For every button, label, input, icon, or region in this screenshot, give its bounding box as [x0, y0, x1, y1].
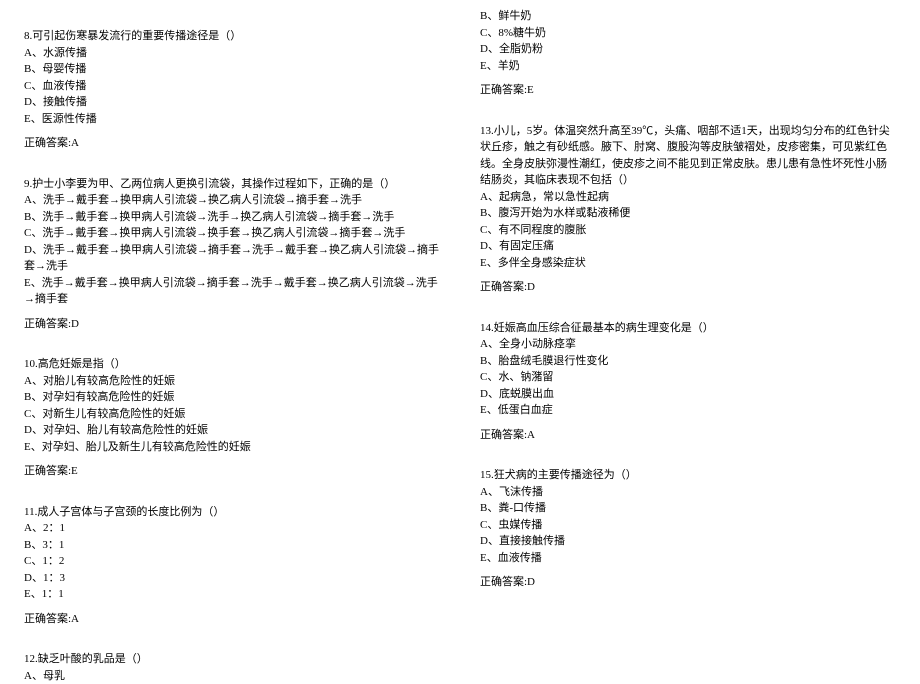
q12-stem: 12.缺乏叶酸的乳品是（）: [24, 651, 440, 668]
q10-option-c: C、对新生儿有较高危险性的妊娠: [24, 406, 440, 423]
q13-stem: 13.小儿，5岁。体温突然升高至39℃，头痛、咽部不适1天，出现均匀分布的红色针…: [480, 123, 896, 189]
q10-option-b: B、对孕妇有较高危险性的妊娠: [24, 389, 440, 406]
q10-answer: 正确答案:E: [24, 463, 440, 480]
q14-option-a: A、全身小动脉痉挛: [480, 336, 896, 353]
q12-option-c: C、8%糖牛奶: [480, 25, 896, 42]
left-column: 8.可引起伤寒暴发流行的重要传播途径是（） A、水源传播 B、母婴传播 C、血液…: [0, 0, 460, 651]
q11-stem: 11.成人子宫体与子宫颈的长度比例为（）: [24, 504, 440, 521]
q11-option-e: E、1：1: [24, 586, 440, 603]
q8-option-a: A、水源传播: [24, 45, 440, 62]
q9-option-b: B、洗手→戴手套→换甲病人引流袋→洗手→换乙病人引流袋→摘手套→洗手: [24, 209, 440, 226]
q13-option-d: D、有固定压痛: [480, 238, 896, 255]
q14-stem: 14.妊娠高血压综合征最基本的病生理变化是（）: [480, 320, 896, 337]
q15-option-d: D、直接接触传播: [480, 533, 896, 550]
question-11: 11.成人子宫体与子宫颈的长度比例为（） A、2：1 B、3：1 C、1：2 D…: [24, 504, 440, 628]
q8-option-e: E、医源性传播: [24, 111, 440, 128]
right-column: B、鲜牛奶 C、8%糖牛奶 D、全脂奶粉 E、羊奶 正确答案:E 13.小儿，5…: [460, 0, 920, 651]
q9-answer: 正确答案:D: [24, 316, 440, 333]
q11-option-c: C、1：2: [24, 553, 440, 570]
q12-option-e: E、羊奶: [480, 58, 896, 75]
q9-option-a: A、洗手→戴手套→换甲病人引流袋→换乙病人引流袋→摘手套→洗手: [24, 192, 440, 209]
q10-option-a: A、对胎儿有较高危险性的妊娠: [24, 373, 440, 390]
q11-option-a: A、2：1: [24, 520, 440, 537]
q14-option-b: B、胎盘绒毛膜退行性变化: [480, 353, 896, 370]
q9-option-e: E、洗手→戴手套→换甲病人引流袋→摘手套→洗手→戴手套→换乙病人引流袋→洗手→摘…: [24, 275, 440, 308]
q15-option-a: A、飞沫传播: [480, 484, 896, 501]
question-10: 10.高危妊娠是指（） A、对胎儿有较高危险性的妊娠 B、对孕妇有较高危险性的妊…: [24, 356, 440, 480]
q15-option-c: C、虫媒传播: [480, 517, 896, 534]
question-15: 15.狂犬病的主要传播途径为（） A、飞沫传播 B、粪-口传播 C、虫媒传播 D…: [480, 467, 896, 591]
q14-option-e: E、低蛋白血症: [480, 402, 896, 419]
q14-answer: 正确答案:A: [480, 427, 896, 444]
q15-answer: 正确答案:D: [480, 574, 896, 591]
question-9: 9.护士小李要为甲、乙两位病人更换引流袋，其操作过程如下，正确的是（） A、洗手…: [24, 176, 440, 333]
q8-option-d: D、接触传播: [24, 94, 440, 111]
q12-option-d: D、全脂奶粉: [480, 41, 896, 58]
q8-option-b: B、母婴传播: [24, 61, 440, 78]
q12-option-b: B、鲜牛奶: [480, 8, 896, 25]
q15-option-e: E、血液传播: [480, 550, 896, 567]
q14-option-d: D、底蜕膜出血: [480, 386, 896, 403]
q8-option-c: C、血液传播: [24, 78, 440, 95]
q12-option-a: A、母乳: [24, 668, 440, 684]
q10-option-d: D、对孕妇、胎儿有较高危险性的妊娠: [24, 422, 440, 439]
question-12-partial: 12.缺乏叶酸的乳品是（） A、母乳: [24, 651, 440, 684]
q9-option-d: D、洗手→戴手套→换甲病人引流袋→摘手套→洗手→戴手套→换乙病人引流袋→摘手套→…: [24, 242, 440, 275]
q11-option-b: B、3：1: [24, 537, 440, 554]
q13-option-c: C、有不同程度的腹胀: [480, 222, 896, 239]
q11-option-d: D、1：3: [24, 570, 440, 587]
q8-stem: 8.可引起伤寒暴发流行的重要传播途径是（）: [24, 28, 440, 45]
q14-option-c: C、水、钠潴留: [480, 369, 896, 386]
q13-option-e: E、多伴全身感染症状: [480, 255, 896, 272]
q11-answer: 正确答案:A: [24, 611, 440, 628]
q15-stem: 15.狂犬病的主要传播途径为（）: [480, 467, 896, 484]
question-14: 14.妊娠高血压综合征最基本的病生理变化是（） A、全身小动脉痉挛 B、胎盘绒毛…: [480, 320, 896, 444]
q8-answer: 正确答案:A: [24, 135, 440, 152]
question-12-continued: B、鲜牛奶 C、8%糖牛奶 D、全脂奶粉 E、羊奶 正确答案:E: [480, 8, 896, 99]
question-8: 8.可引起伤寒暴发流行的重要传播途径是（） A、水源传播 B、母婴传播 C、血液…: [24, 28, 440, 152]
q10-stem: 10.高危妊娠是指（）: [24, 356, 440, 373]
q9-stem: 9.护士小李要为甲、乙两位病人更换引流袋，其操作过程如下，正确的是（）: [24, 176, 440, 193]
q10-option-e: E、对孕妇、胎儿及新生儿有较高危险性的妊娠: [24, 439, 440, 456]
q15-option-b: B、粪-口传播: [480, 500, 896, 517]
question-13: 13.小儿，5岁。体温突然升高至39℃，头痛、咽部不适1天，出现均匀分布的红色针…: [480, 123, 896, 296]
q9-option-c: C、洗手→戴手套→换甲病人引流袋→换手套→换乙病人引流袋→摘手套→洗手: [24, 225, 440, 242]
q13-option-a: A、起病急，常以急性起病: [480, 189, 896, 206]
q12-answer: 正确答案:E: [480, 82, 896, 99]
q13-option-b: B、腹泻开始为水样或黏液稀便: [480, 205, 896, 222]
q13-answer: 正确答案:D: [480, 279, 896, 296]
